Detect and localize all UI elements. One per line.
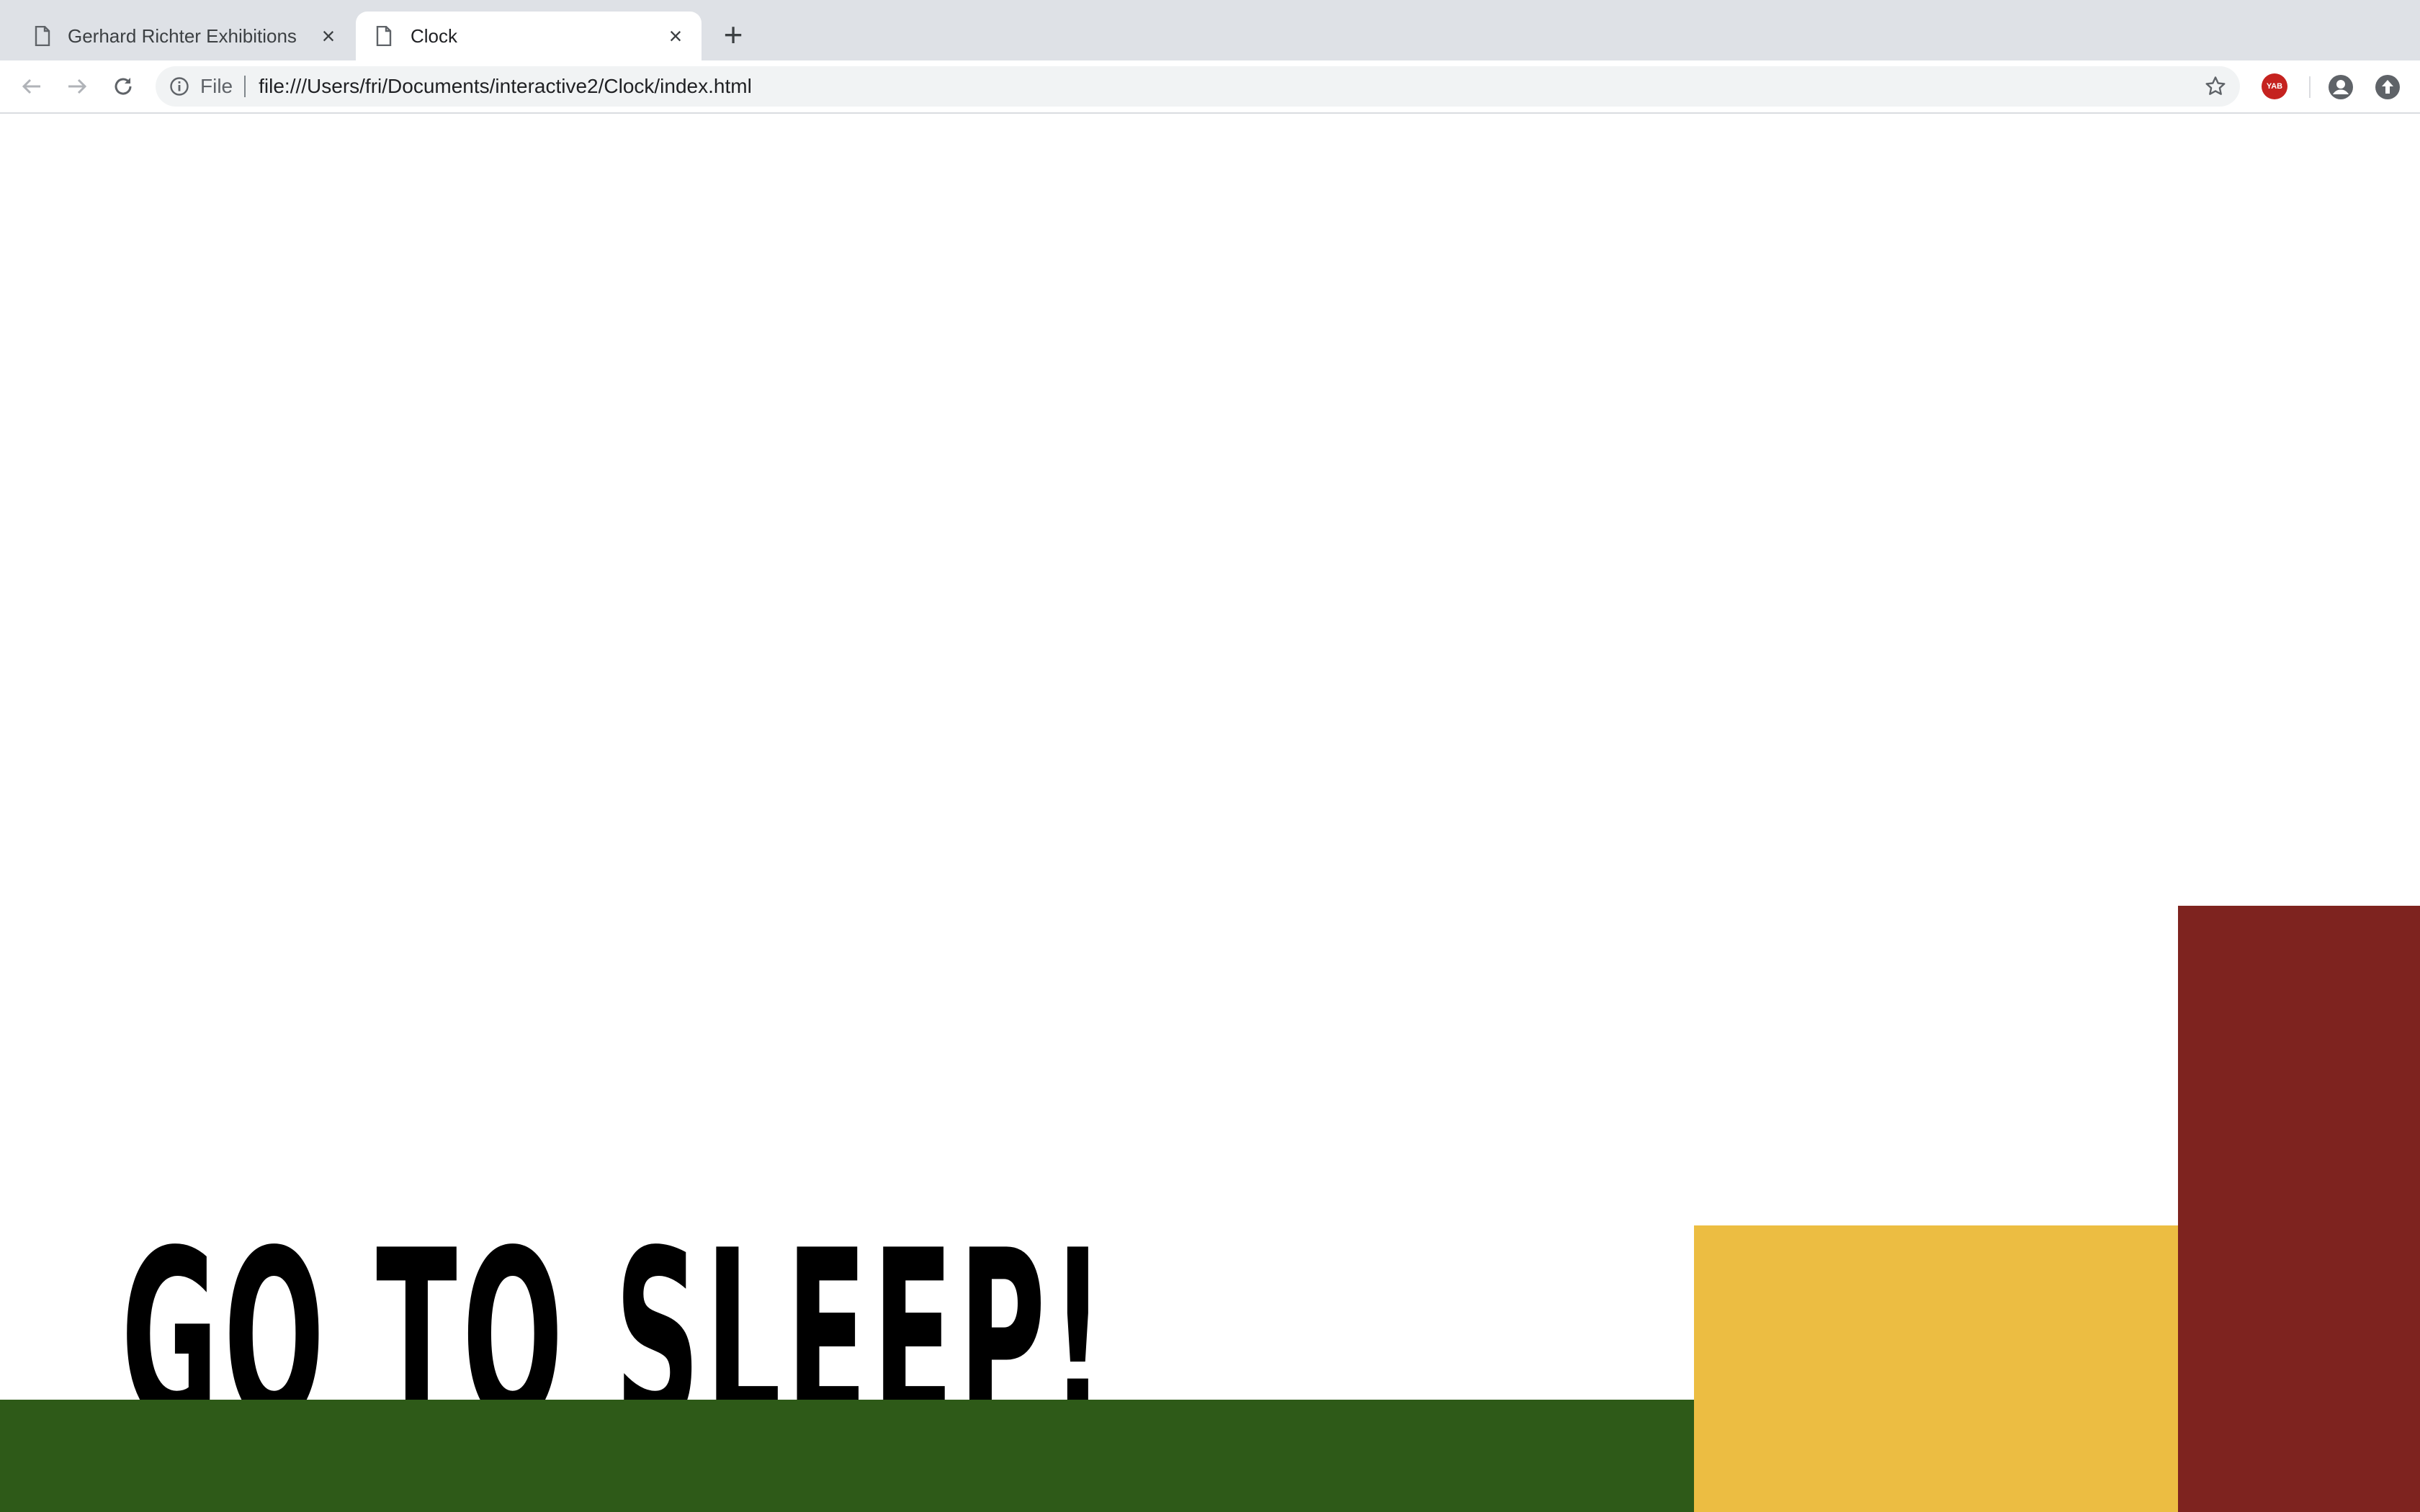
tab-strip: Gerhard Richter Exhibitions × Clock × +	[0, 0, 2420, 60]
yellow-bar	[1694, 1225, 2178, 1512]
page-viewport: GO TO SLEEP!	[0, 114, 2420, 1512]
page-icon	[32, 25, 53, 47]
profile-icon[interactable]	[2327, 73, 2354, 101]
red-bar	[2178, 906, 2420, 1512]
update-icon[interactable]	[2374, 73, 2401, 101]
browser-toolbar: File file:///Users/fri/Documents/interac…	[0, 60, 2420, 114]
reload-icon	[115, 78, 132, 95]
new-tab-button[interactable]: +	[717, 18, 749, 51]
star-icon[interactable]	[2204, 75, 2227, 98]
extension-icon[interactable]: YAB	[2262, 73, 2287, 99]
tab-title: Gerhard Richter Exhibitions	[68, 24, 297, 47]
url-text[interactable]: file:///Users/fri/Documents/interactive2…	[259, 75, 752, 98]
info-icon[interactable]	[169, 76, 190, 97]
omnibox-divider	[244, 76, 246, 97]
tab-title: Clock	[411, 24, 458, 47]
tab-clock[interactable]: Clock ×	[356, 12, 702, 60]
arrow-left-icon	[22, 78, 40, 94]
page-icon	[373, 25, 395, 47]
arrow-right-icon	[68, 78, 87, 94]
green-bar	[0, 1400, 1694, 1512]
toolbar-divider	[2309, 76, 2311, 98]
scheme-label: File	[200, 75, 233, 97]
tab-gerhard-richter-exhibitions[interactable]: Gerhard Richter Exhibitions ×	[0, 12, 354, 60]
close-icon[interactable]: ×	[314, 22, 343, 50]
address-bar[interactable]: File file:///Users/fri/Documents/interac…	[156, 66, 2240, 107]
close-icon[interactable]: ×	[661, 22, 690, 50]
forward-button[interactable]	[61, 71, 93, 102]
reload-button[interactable]	[107, 71, 139, 102]
back-button[interactable]	[16, 71, 48, 102]
